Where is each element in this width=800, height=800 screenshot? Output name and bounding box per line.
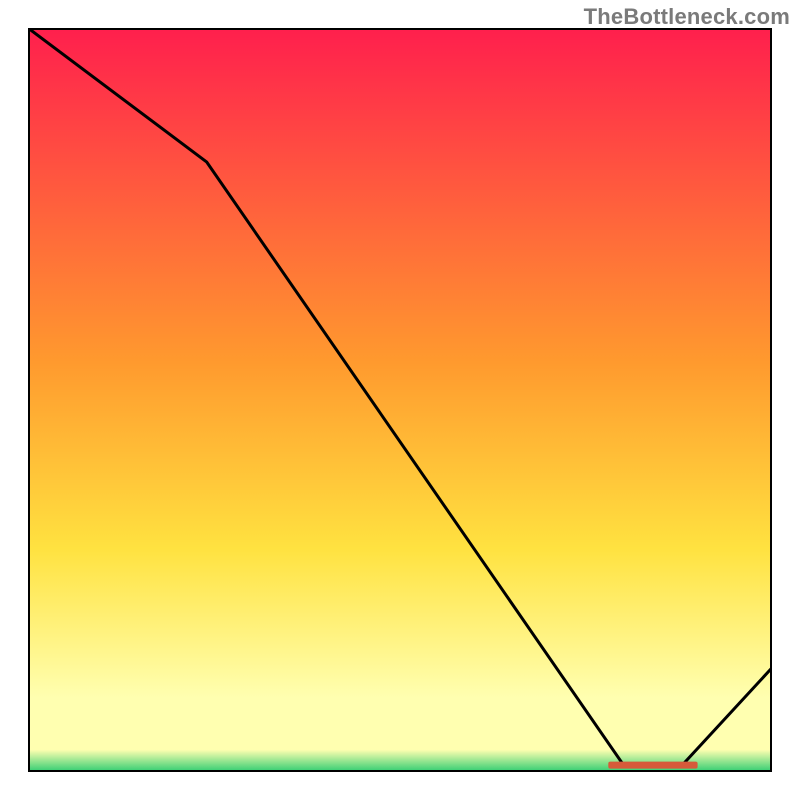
watermark-text: TheBottleneck.com — [584, 4, 790, 30]
chart-svg — [28, 28, 772, 772]
gradient-background — [28, 28, 772, 772]
plot-area — [28, 28, 772, 772]
optimal-marker — [608, 762, 697, 769]
chart-stage: TheBottleneck.com — [0, 0, 800, 800]
